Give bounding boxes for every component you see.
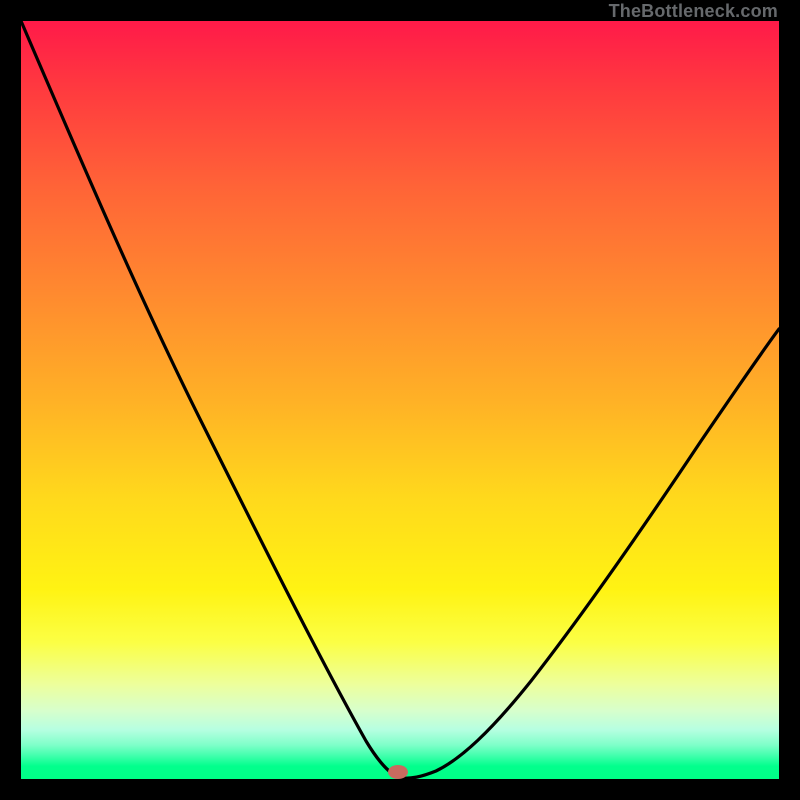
optimum-marker xyxy=(388,765,408,779)
plot-area xyxy=(21,21,779,779)
watermark-text: TheBottleneck.com xyxy=(609,1,778,22)
chart-frame: TheBottleneck.com xyxy=(0,0,800,800)
